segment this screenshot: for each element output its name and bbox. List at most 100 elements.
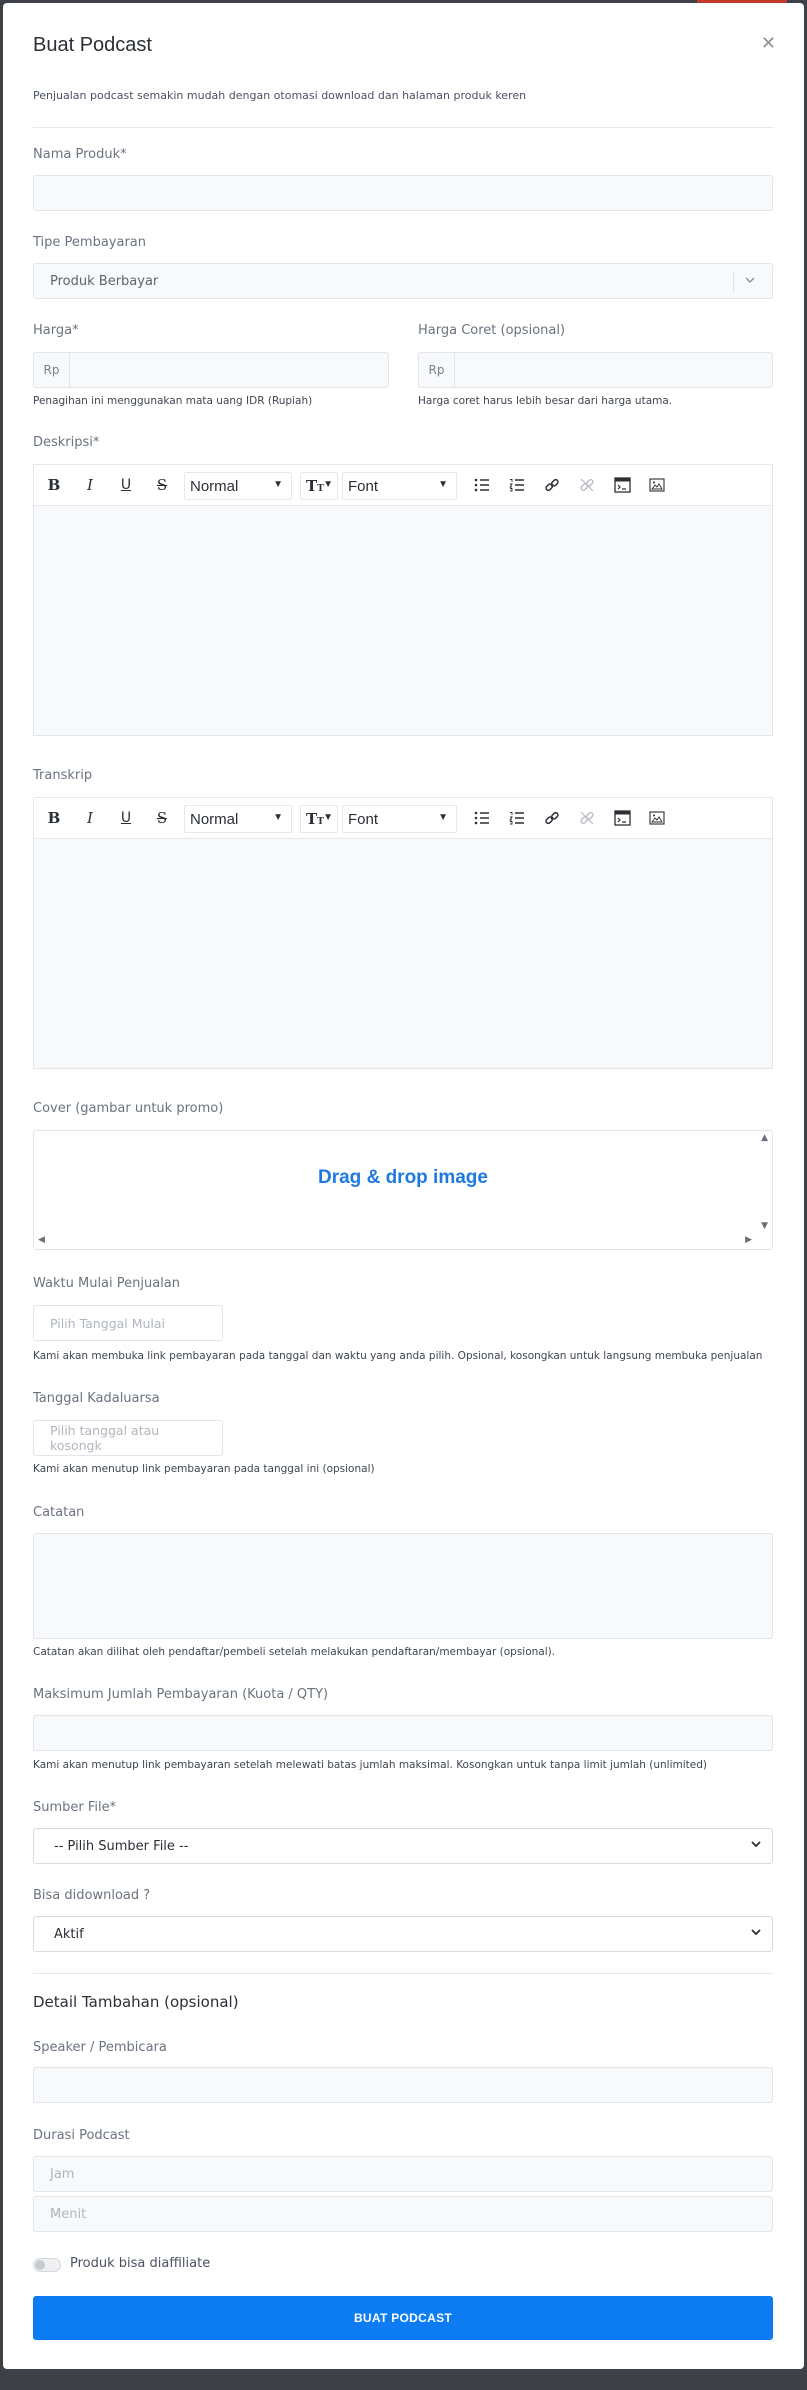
font-select[interactable]: Font ▼ (342, 472, 457, 500)
image-icon[interactable] (645, 473, 669, 497)
downloadable-value: Aktif (54, 1926, 84, 1942)
modal-title: Buat Podcast (33, 34, 152, 56)
payment-type-label: Tipe Pembayaran (33, 235, 147, 250)
payment-type-value: Produk Berbayar (50, 273, 159, 289)
description-toolbar: B I U S Normal ▼ TT ▼ Font ▼ (33, 464, 773, 506)
expiry-date-input[interactable]: Pilih tanggal atau kosongk (33, 1420, 223, 1456)
bullet-list-icon[interactable] (470, 806, 494, 830)
affiliate-label: Produk bisa diaffiliate (70, 2256, 211, 2271)
strikethrough-button[interactable]: S (150, 806, 174, 830)
bold-button[interactable]: B (42, 473, 66, 497)
file-source-label: Sumber File* (33, 1800, 117, 1815)
price-help: Penagihan ini menggunakan mata uang IDR … (33, 395, 313, 407)
image-icon[interactable] (645, 806, 669, 830)
sale-start-help: Kami akan membuka link pembayaran pada t… (33, 1350, 763, 1362)
price-prefix: Rp (34, 353, 70, 387)
divider (33, 127, 773, 128)
description-editor[interactable] (33, 506, 773, 736)
link-icon[interactable] (540, 473, 564, 497)
notes-help: Catatan akan dilihat oleh pendaftar/pemb… (33, 1646, 556, 1658)
file-source-value: -- Pilih Sumber File -- (54, 1838, 189, 1854)
strike-price-input-group[interactable]: Rp (418, 352, 773, 388)
header-select-value: Normal (190, 810, 239, 828)
description-label: Deskripsi* (33, 435, 100, 450)
font-select-value: Font (348, 477, 379, 495)
text-size-icon: TT (306, 477, 324, 495)
create-podcast-modal: Buat Podcast ✕ Penjualan podcast semakin… (3, 3, 804, 2369)
product-name-input[interactable] (33, 175, 773, 211)
text-size-icon: TT (306, 810, 324, 828)
scroll-left-icon[interactable]: ◀ (38, 1235, 45, 1245)
caret-down-icon: ▼ (273, 479, 283, 490)
ordered-list-icon[interactable] (505, 473, 529, 497)
duration-hours-input[interactable]: Jam (33, 2156, 773, 2192)
scroll-up-icon[interactable]: ▲ (761, 1133, 768, 1143)
font-select-value: Font (348, 810, 379, 828)
size-select[interactable]: TT ▼ (300, 472, 338, 500)
modal-subtitle: Penjualan podcast semakin mudah dengan o… (33, 89, 527, 102)
duration-minutes-input[interactable]: Menit (33, 2196, 773, 2232)
bullet-list-icon[interactable] (470, 473, 494, 497)
ordered-list-icon[interactable] (505, 806, 529, 830)
caret-down-icon: ▼ (438, 812, 448, 823)
header-select[interactable]: Normal ▼ (184, 805, 292, 833)
transcript-toolbar: B I U S Normal ▼ TT ▼ Font ▼ (33, 797, 773, 839)
chevron-down-icon (750, 1838, 762, 1850)
dropzone-text: Drag & drop image (318, 1167, 488, 1188)
header-select[interactable]: Normal ▼ (184, 472, 292, 500)
additional-details-title: Detail Tambahan (opsional) (33, 1993, 239, 2011)
strike-price-prefix: Rp (419, 353, 455, 387)
underline-button[interactable]: U (114, 806, 138, 830)
create-podcast-button[interactable]: BUAT PODCAST (33, 2296, 773, 2340)
sale-start-label: Waktu Mulai Penjualan (33, 1276, 181, 1291)
product-name-label: Nama Produk* (33, 147, 127, 162)
notes-label: Catatan (33, 1505, 85, 1520)
speaker-input[interactable] (33, 2067, 773, 2103)
quota-input[interactable] (33, 1715, 773, 1751)
size-select[interactable]: TT ▼ (300, 805, 338, 833)
sale-start-input[interactable]: Pilih Tanggal Mulai (33, 1305, 223, 1341)
transcript-editor[interactable] (33, 839, 773, 1069)
link-icon[interactable] (540, 806, 564, 830)
caret-down-icon: ▼ (273, 812, 283, 823)
bold-button[interactable]: B (42, 806, 66, 830)
quota-label: Maksimum Jumlah Pembayaran (Kuota / QTY) (33, 1687, 329, 1702)
close-icon[interactable]: ✕ (761, 33, 776, 54)
caret-down-icon: ▼ (438, 479, 448, 490)
price-label: Harga* (33, 323, 79, 338)
file-source-select[interactable]: -- Pilih Sumber File -- (33, 1828, 773, 1864)
quota-help: Kami akan menutup link pembayaran setela… (33, 1759, 707, 1771)
unlink-icon[interactable] (575, 806, 599, 830)
expiry-date-help: Kami akan menutup link pembayaran pada t… (33, 1463, 375, 1475)
chevron-down-icon (750, 1926, 762, 1938)
toggle-knob (35, 2260, 45, 2270)
font-select[interactable]: Font ▼ (342, 805, 457, 833)
chevron-down-icon (744, 274, 756, 286)
downloadable-label: Bisa didownload ? (33, 1888, 151, 1903)
expiry-date-label: Tanggal Kadaluarsa (33, 1391, 160, 1406)
unlink-icon[interactable] (575, 473, 599, 497)
downloadable-select[interactable]: Aktif (33, 1916, 773, 1952)
scroll-down-icon[interactable]: ▼ (761, 1221, 768, 1231)
code-block-icon[interactable] (610, 806, 634, 830)
select-divider (733, 272, 734, 292)
caret-down-icon: ▼ (323, 479, 333, 490)
header-select-value: Normal (190, 477, 239, 495)
price-input-group[interactable]: Rp (33, 352, 389, 388)
scroll-right-icon[interactable]: ▶ (745, 1235, 752, 1245)
caret-down-icon: ▼ (323, 812, 333, 823)
divider (33, 1973, 773, 1974)
cover-dropzone[interactable]: Drag & drop image ▲ ▼ ◀ ▶ (33, 1130, 773, 1250)
strikethrough-button[interactable]: S (150, 473, 174, 497)
duration-label: Durasi Podcast (33, 2128, 130, 2143)
notes-textarea[interactable] (33, 1533, 773, 1639)
payment-type-select[interactable]: Produk Berbayar (33, 263, 773, 299)
italic-button[interactable]: I (78, 806, 102, 830)
code-block-icon[interactable] (610, 473, 634, 497)
affiliate-toggle[interactable] (33, 2258, 61, 2272)
underline-button[interactable]: U (114, 473, 138, 497)
strike-price-help: Harga coret harus lebih besar dari harga… (418, 395, 673, 407)
italic-button[interactable]: I (78, 473, 102, 497)
transcript-label: Transkrip (33, 768, 93, 783)
speaker-label: Speaker / Pembicara (33, 2040, 167, 2055)
